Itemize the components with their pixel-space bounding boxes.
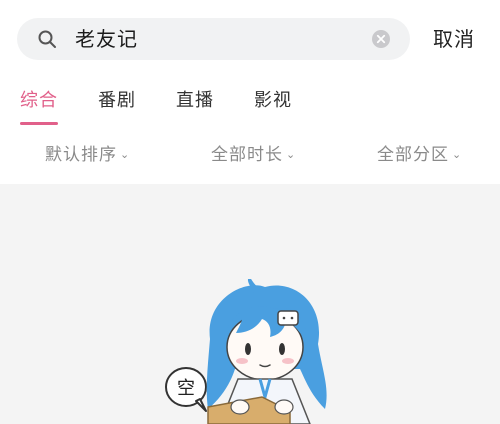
- duration-filter-label: 全部时长: [211, 145, 283, 165]
- header-panel: 老友记 取消 综合 番剧 直播 影视 默认排序 ⌄ 全部时长 ⌄ 全部分区 ⌄: [0, 0, 500, 184]
- filter-bar: 默认排序 ⌄ 全部时长 ⌄ 全部分区 ⌄: [0, 130, 500, 184]
- search-bar-row: 老友记 取消: [0, 0, 500, 80]
- chevron-down-icon: ⌄: [452, 148, 463, 161]
- category-filter-label: 全部分区: [377, 145, 449, 165]
- duration-filter-dropdown[interactable]: 全部时长 ⌄: [211, 140, 296, 170]
- speech-bubble: 空: [165, 367, 207, 412]
- search-field[interactable]: 老友记: [17, 18, 410, 60]
- clear-icon[interactable]: [372, 30, 390, 48]
- search-input[interactable]: 老友记: [75, 18, 138, 60]
- tab-anime[interactable]: 番剧: [98, 86, 136, 116]
- tab-film-tv[interactable]: 影视: [254, 86, 292, 116]
- cancel-button[interactable]: 取消: [433, 18, 475, 60]
- sort-filter-dropdown[interactable]: 默认排序 ⌄: [45, 140, 130, 170]
- tab-live[interactable]: 直播: [176, 86, 214, 116]
- empty-state: 空: [0, 184, 500, 424]
- chevron-down-icon: ⌄: [120, 148, 131, 161]
- tab-general[interactable]: 综合: [20, 86, 58, 116]
- search-icon: [38, 30, 56, 48]
- tab-bar: 综合 番剧 直播 影视: [0, 80, 500, 130]
- empty-mascot-illustration: 空: [165, 279, 327, 424]
- chevron-down-icon: ⌄: [286, 148, 297, 161]
- speech-bubble-text: 空: [177, 378, 195, 399]
- category-filter-dropdown[interactable]: 全部分区 ⌄: [377, 140, 462, 170]
- sort-filter-label: 默认排序: [45, 145, 117, 165]
- tab-active-indicator: [20, 122, 58, 125]
